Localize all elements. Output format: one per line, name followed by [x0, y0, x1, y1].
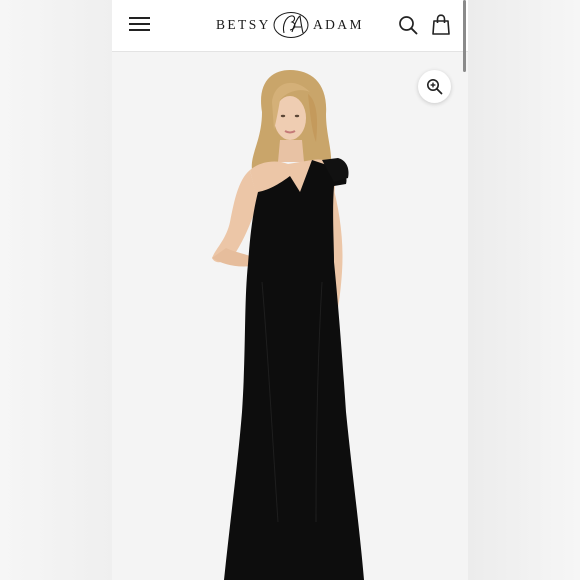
left-backdrop: [0, 0, 112, 580]
brand-logo[interactable]: BETSY ADAM: [216, 11, 366, 39]
product-photo: [212, 70, 364, 580]
brand-name-left: BETSY: [216, 17, 271, 32]
search-icon[interactable]: [398, 15, 418, 35]
mobile-page: BETSY ADAM: [112, 0, 468, 580]
brand-monogram: [273, 12, 309, 38]
zoom-in-icon: [427, 79, 443, 95]
brand-name-right: ADAM: [313, 17, 364, 32]
zoom-button[interactable]: [418, 70, 451, 103]
page-scrollbar[interactable]: [463, 0, 466, 72]
right-backdrop: [468, 0, 580, 580]
site-header: BETSY ADAM: [112, 0, 468, 52]
product-image-area: [112, 52, 468, 580]
shopping-bag-icon[interactable]: [431, 14, 451, 36]
hamburger-menu-icon[interactable]: [129, 16, 151, 32]
